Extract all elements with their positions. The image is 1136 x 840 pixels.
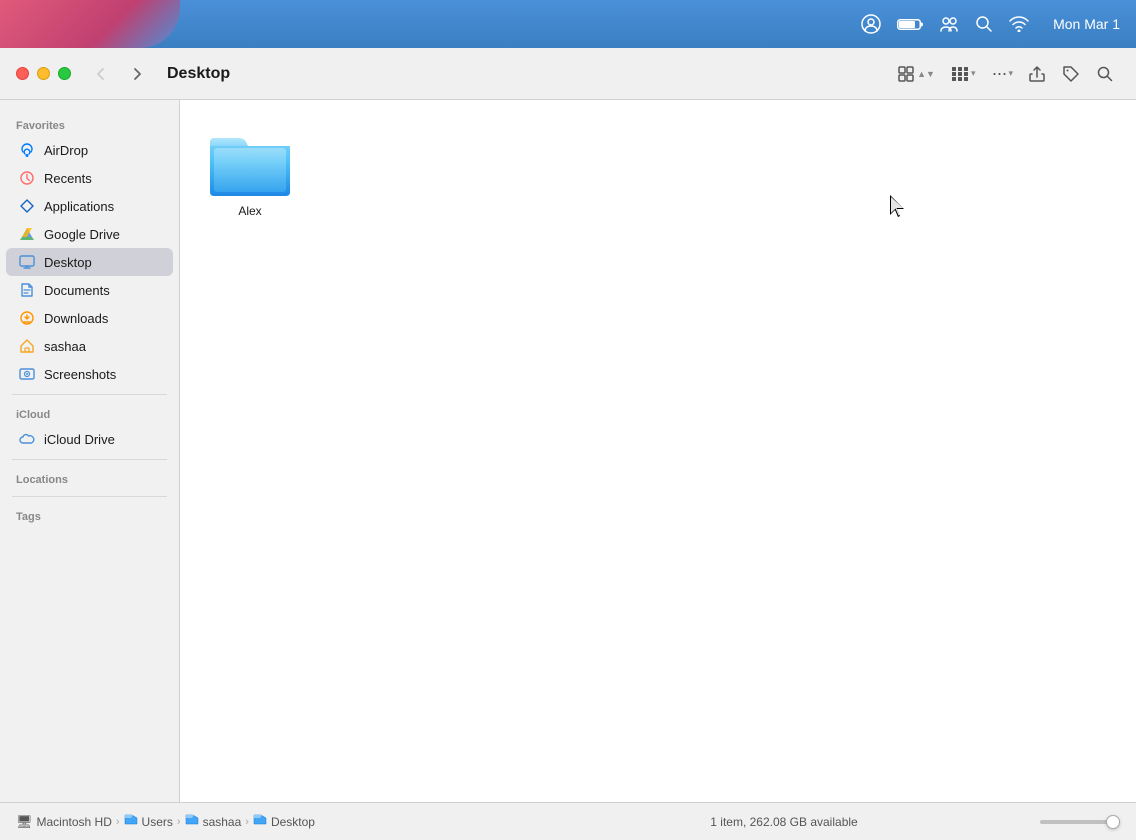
- sidebar-item-label: Desktop: [44, 255, 92, 270]
- sidebar-item-applications[interactable]: Applications: [6, 192, 173, 220]
- tag-button[interactable]: [1056, 60, 1086, 88]
- tags-label: Tags: [0, 503, 179, 527]
- maximize-button[interactable]: [58, 67, 71, 80]
- breadcrumb-label: sashaa: [203, 815, 242, 829]
- close-button[interactable]: [16, 67, 29, 80]
- sidebar-item-home[interactable]: sashaa: [6, 332, 173, 360]
- menubar: Mon Mar 1: [0, 0, 1136, 48]
- sidebar-divider: [12, 394, 167, 395]
- finder-window: Desktop ▲▼: [0, 48, 1136, 840]
- slider-thumb[interactable]: [1106, 815, 1120, 829]
- desktop-icon: [18, 253, 36, 271]
- toolbar: Desktop ▲▼: [0, 48, 1136, 100]
- folder-icon: [210, 128, 290, 198]
- screenshots-icon: [18, 365, 36, 383]
- icloud-drive-icon: [18, 430, 36, 448]
- group-view-button[interactable]: ▾: [945, 60, 982, 88]
- battery-icon[interactable]: [897, 17, 923, 31]
- breadcrumb-sep-2: ›: [177, 816, 181, 828]
- icloud-label: iCloud: [0, 401, 179, 425]
- hd-icon: 🖥: [16, 814, 33, 830]
- zoom-slider[interactable]: [1040, 820, 1120, 824]
- more-arrow: ▾: [1008, 68, 1012, 79]
- sidebar-item-label: Documents: [44, 283, 110, 298]
- sidebar-item-label: Screenshots: [44, 367, 116, 382]
- view-sort-arrow: ▲▼: [917, 69, 935, 79]
- breadcrumb-label: Desktop: [271, 815, 315, 829]
- user-switch-icon[interactable]: [939, 14, 959, 34]
- documents-icon: [18, 281, 36, 299]
- breadcrumb: 🖥 Macintosh HD › Users ›: [16, 814, 528, 830]
- status-bar: 🖥 Macintosh HD › Users ›: [0, 802, 1136, 840]
- portrait-icon[interactable]: [861, 14, 881, 34]
- favorites-label: Favorites: [0, 112, 179, 136]
- folder-alex[interactable]: Alex: [200, 120, 300, 226]
- back-button[interactable]: [87, 60, 115, 88]
- group-view-arrow: ▾: [971, 68, 976, 79]
- folder-users-icon: [124, 814, 138, 829]
- airdrop-icon: [18, 141, 36, 159]
- status-info: 1 item, 262.08 GB available: [528, 815, 1040, 829]
- sidebar-item-label: AirDrop: [44, 143, 88, 158]
- forward-button[interactable]: [123, 60, 151, 88]
- home-icon: [18, 337, 36, 355]
- sidebar-divider-3: [12, 496, 167, 497]
- sidebar-divider-2: [12, 459, 167, 460]
- sidebar-item-label: iCloud Drive: [44, 432, 115, 447]
- file-area: Alex: [180, 100, 1136, 802]
- spotlight-icon[interactable]: [975, 15, 993, 33]
- sidebar-item-label: Google Drive: [44, 227, 120, 242]
- main-content: Favorites AirDrop: [0, 100, 1136, 802]
- more-options-button[interactable]: ··· ▾: [985, 60, 1018, 88]
- icon-view-button[interactable]: ▲▼: [891, 60, 941, 88]
- slider-track[interactable]: [1040, 820, 1120, 824]
- sidebar-item-desktop[interactable]: Desktop: [6, 248, 173, 276]
- breadcrumb-label: Users: [142, 815, 173, 829]
- sidebar-item-icloud-drive[interactable]: iCloud Drive: [6, 425, 173, 453]
- toolbar-actions: ▲▼ ▾ ··· ▾: [891, 60, 1120, 88]
- menubar-decoration: [0, 0, 180, 48]
- breadcrumb-sep-1: ›: [116, 816, 120, 828]
- breadcrumb-desktop[interactable]: Desktop: [253, 814, 315, 829]
- sidebar-item-documents[interactable]: Documents: [6, 276, 173, 304]
- folder-name: Alex: [238, 204, 261, 218]
- wifi-icon[interactable]: [1009, 16, 1029, 32]
- sidebar-item-label: sashaa: [44, 339, 86, 354]
- traffic-lights: [16, 67, 71, 80]
- sidebar-item-label: Recents: [44, 171, 92, 186]
- window-title: Desktop: [167, 65, 883, 83]
- recents-icon: [18, 169, 36, 187]
- locations-label: Locations: [0, 466, 179, 490]
- googledrive-icon: [18, 225, 36, 243]
- sidebar-item-googledrive[interactable]: Google Drive: [6, 220, 173, 248]
- sidebar: Favorites AirDrop: [0, 100, 180, 802]
- sidebar-item-label: Applications: [44, 199, 114, 214]
- minimize-button[interactable]: [37, 67, 50, 80]
- sidebar-item-screenshots[interactable]: Screenshots: [6, 360, 173, 388]
- sidebar-item-airdrop[interactable]: AirDrop: [6, 136, 173, 164]
- menubar-time: Mon Mar 1: [1053, 16, 1120, 32]
- sidebar-item-label: Downloads: [44, 311, 108, 326]
- sidebar-item-downloads[interactable]: Downloads: [6, 304, 173, 332]
- sidebar-item-recents[interactable]: Recents: [6, 164, 173, 192]
- folder-sashaa-icon: [185, 814, 199, 829]
- downloads-icon: [18, 309, 36, 327]
- menubar-icons: Mon Mar 1: [861, 14, 1120, 34]
- breadcrumb-label: Macintosh HD: [37, 815, 112, 829]
- applications-icon: [18, 197, 36, 215]
- breadcrumb-macintosh-hd[interactable]: 🖥 Macintosh HD: [16, 814, 112, 830]
- breadcrumb-users[interactable]: Users: [124, 814, 173, 829]
- breadcrumb-sep-3: ›: [245, 816, 249, 828]
- search-button[interactable]: [1090, 60, 1120, 88]
- share-button[interactable]: [1022, 60, 1052, 88]
- breadcrumb-sashaa[interactable]: sashaa: [185, 814, 242, 829]
- folder-desktop-icon: [253, 814, 267, 829]
